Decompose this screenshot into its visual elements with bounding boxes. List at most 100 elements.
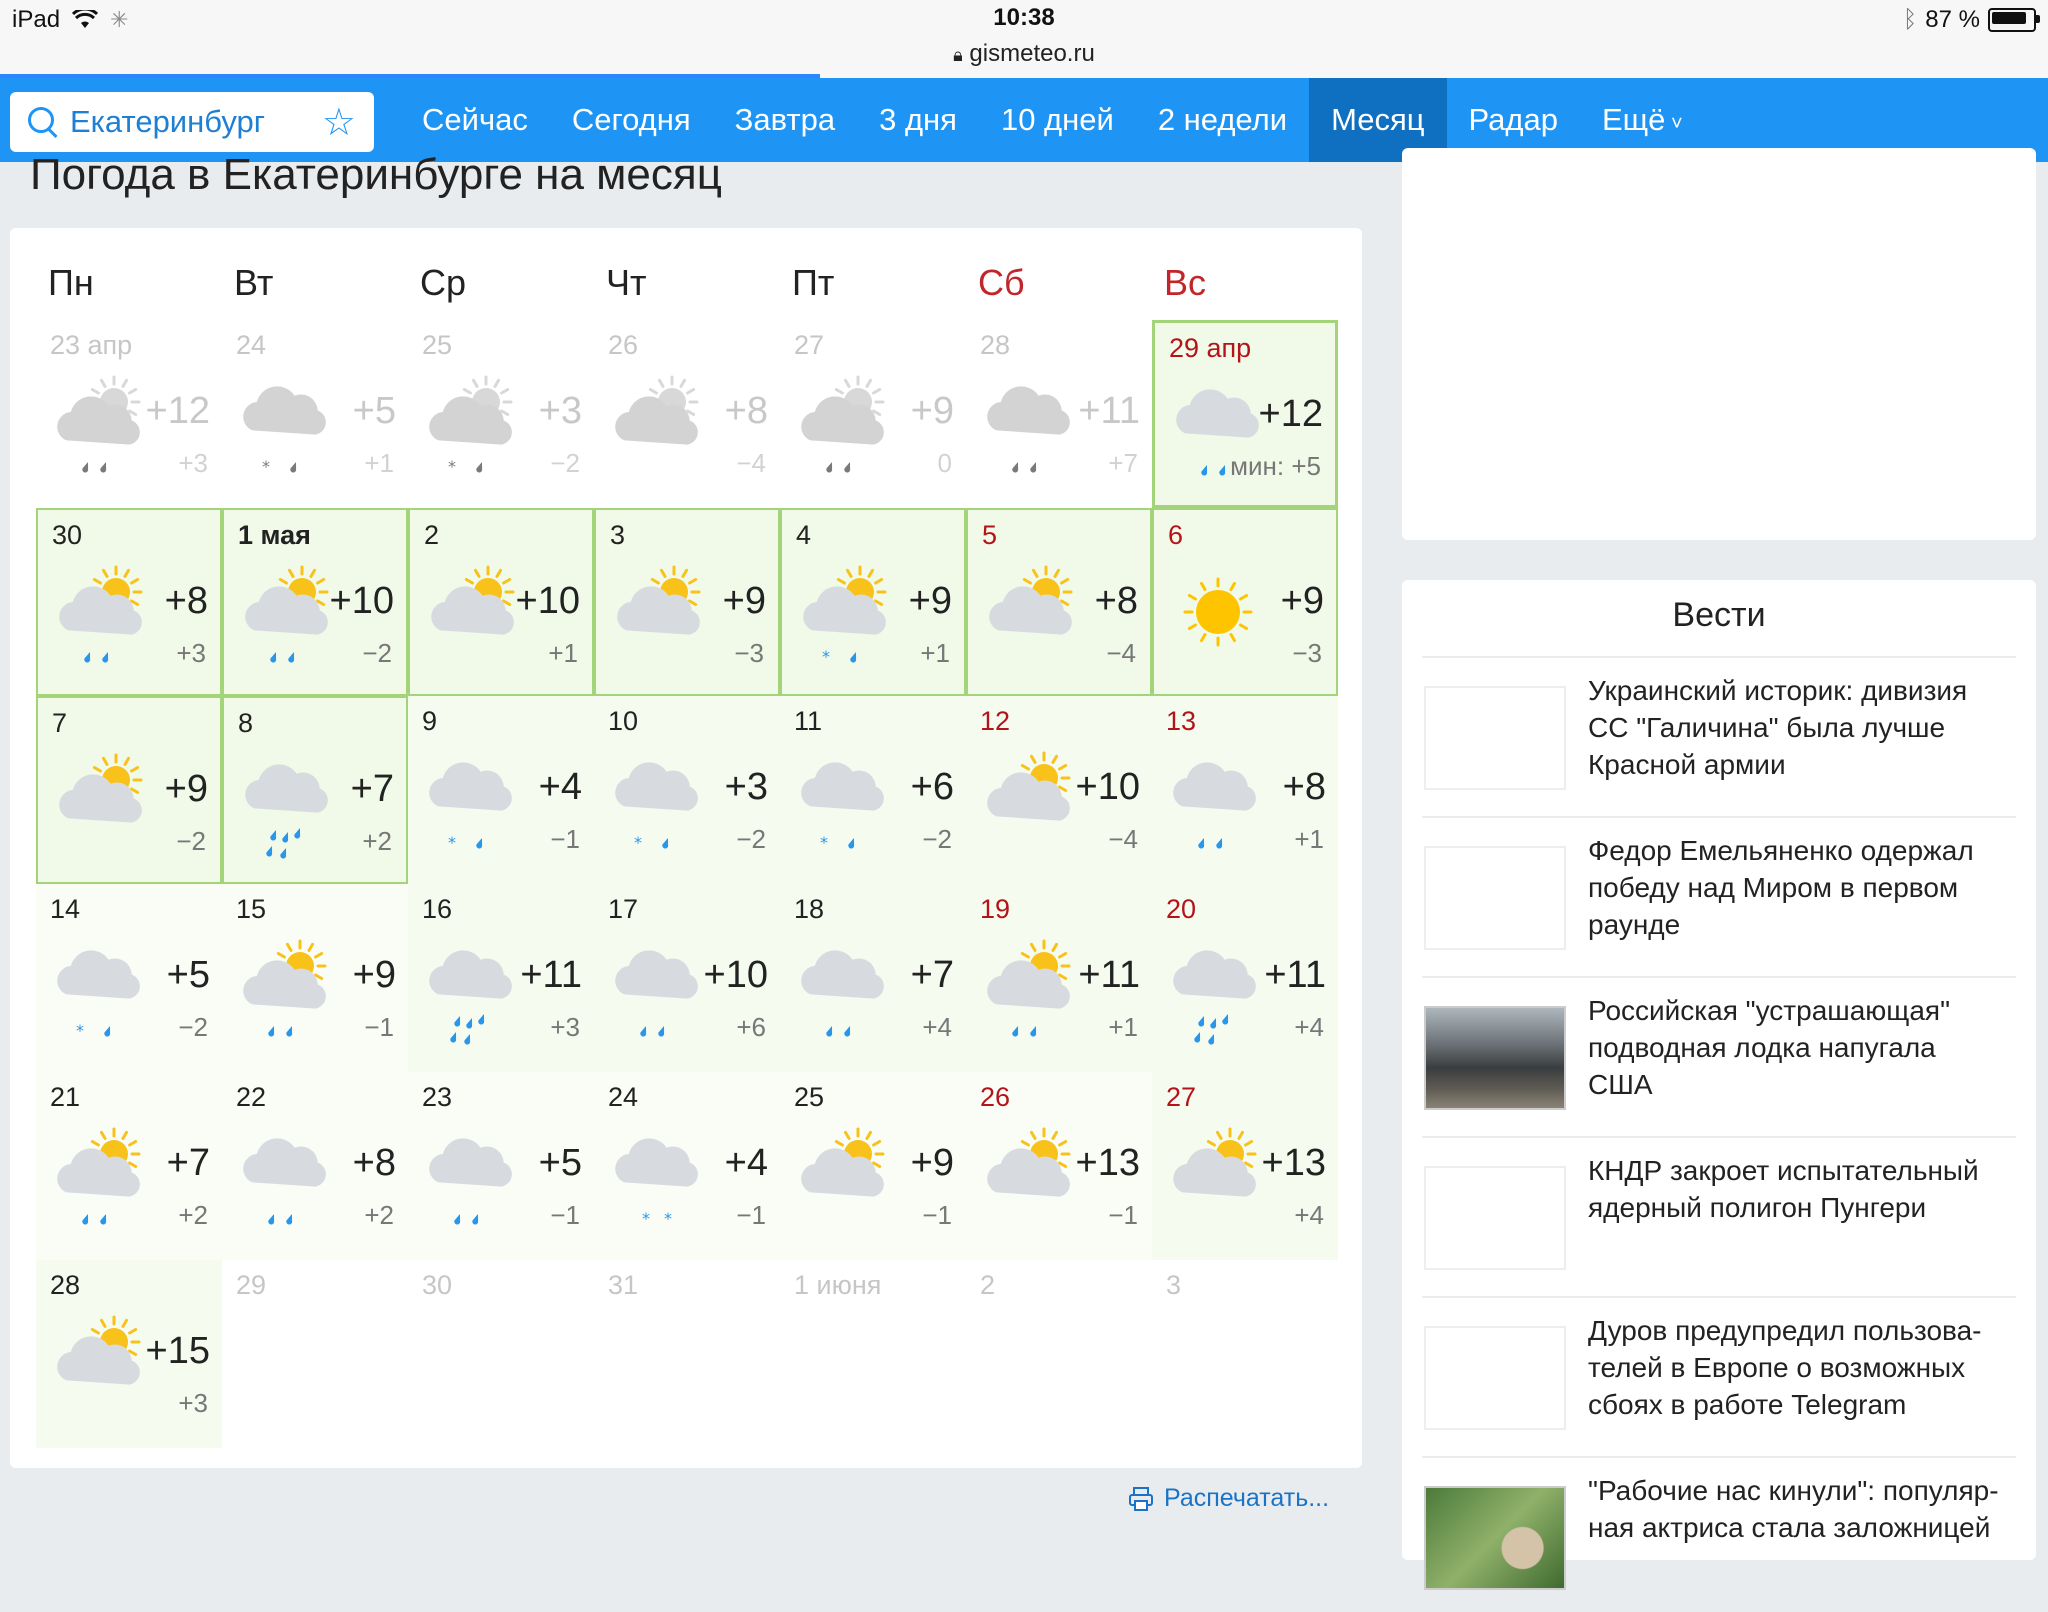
day-date: 7: [52, 708, 68, 738]
news-divider: [1422, 816, 2016, 818]
sun-cloud-rain-icon: [243, 939, 327, 1037]
day-cell[interactable]: 2 +10 +1: [408, 508, 594, 696]
day-cell[interactable]: 23 апр +12 +3: [36, 320, 222, 508]
news-item[interactable]: Украинский историк: дивизия СС "Галичина…: [1422, 672, 2016, 812]
day-date: 6: [1168, 520, 1184, 550]
news-item[interactable]: Российская "устрашающая" подводная лодка…: [1422, 992, 2016, 1132]
sun-icon: [1183, 577, 1253, 647]
news-thumbnail[interactable]: [1424, 1006, 1566, 1110]
temp-min: −3: [734, 638, 764, 668]
news-item[interactable]: "Рабочие нас кинули": популяр-ная актрис…: [1422, 1472, 2016, 1612]
temp-max: +9: [164, 768, 208, 810]
news-headline[interactable]: Российская "устрашающая" подводная лодка…: [1588, 992, 2008, 1103]
temp-min: +1: [1294, 824, 1324, 854]
temp-max: +9: [1280, 580, 1324, 622]
cloud-rain-heavy-icon: [1173, 950, 1256, 1045]
temp-min: +1: [364, 448, 394, 478]
city-search-input[interactable]: Екатеринбург: [70, 104, 322, 140]
url-bar[interactable]: 🔒︎ gismeteo.ru: [0, 40, 2048, 68]
day-cell[interactable]: 26 +13 −1: [966, 1072, 1152, 1260]
news-header: Вести: [1672, 596, 1766, 634]
news-headline[interactable]: КНДР закроет испытательный ядерный полиг…: [1588, 1152, 2008, 1226]
weekday-header: Ср: [420, 262, 467, 303]
temp-max: +9: [352, 954, 396, 996]
cloud-sun-icon: [615, 375, 699, 445]
day-cell[interactable]: 25 * +3 −2: [408, 320, 594, 508]
day-cell[interactable]: 24 * * +4 −1: [594, 1072, 780, 1260]
day-cell[interactable]: 25 +9 −1: [780, 1072, 966, 1260]
day-cell[interactable]: 13 +8 +1: [1152, 696, 1338, 884]
nav-item-3[interactable]: 3 дня: [857, 78, 979, 162]
news-thumbnail[interactable]: [1424, 846, 1566, 950]
news-divider: [1422, 1296, 2016, 1298]
day-cell[interactable]: 3 +9 −3: [594, 508, 780, 696]
news-item[interactable]: Дуров предупредил пользова-телей в Европ…: [1422, 1312, 2016, 1452]
news-item[interactable]: Федор Емельяненко одержал победу над Мир…: [1422, 832, 2016, 972]
sun-cloud-rain-icon: [59, 565, 143, 663]
temp-min: −2: [922, 824, 952, 854]
day-date: 17: [608, 894, 639, 924]
day-cell[interactable]: 7 +9 −2: [36, 696, 222, 884]
cloud-rain-icon: [987, 386, 1070, 473]
news-thumbnail[interactable]: [1424, 686, 1566, 790]
temp-max: +5: [352, 390, 396, 432]
news-headline[interactable]: Украинский историк: дивизия СС "Галичина…: [1588, 672, 2008, 783]
day-cell[interactable]: 16 +11 +3: [408, 884, 594, 1072]
cloud-snow-rain-icon: *: [801, 762, 884, 852]
day-cell[interactable]: 20 +11 +4: [1152, 884, 1338, 1072]
svg-text:*: *: [448, 457, 456, 476]
sun-cloud-rain-icon: [57, 1127, 141, 1225]
news-thumbnail[interactable]: [1424, 1326, 1566, 1430]
day-cell[interactable]: 11 * +6 −2: [780, 696, 966, 884]
news-thumbnail[interactable]: [1424, 1486, 1566, 1590]
day-cell[interactable]: 10 * +3 −2: [594, 696, 780, 884]
news-item[interactable]: КНДР закроет испытательный ядерный полиг…: [1422, 1152, 2016, 1292]
nav-item-2[interactable]: Завтра: [713, 78, 857, 162]
day-cell[interactable]: 22 +8 +2: [222, 1072, 408, 1260]
news-headline[interactable]: Дуров предупредил пользова-телей в Европ…: [1588, 1312, 2008, 1423]
temp-min: +3: [176, 638, 206, 668]
day-cell[interactable]: 15 +9 −1: [222, 884, 408, 1072]
day-date: 11: [794, 706, 823, 736]
day-date: 30: [422, 1270, 453, 1300]
day-cell[interactable]: 12 +10 −4: [966, 696, 1152, 884]
day-cell[interactable]: 24 * +5 +1: [222, 320, 408, 508]
favorite-star-icon[interactable]: ☆: [322, 100, 356, 145]
day-cell[interactable]: 1 мая +10 −2: [222, 508, 408, 696]
day-cell[interactable]: 26 +8 −4: [594, 320, 780, 508]
day-cell[interactable]: 8 +7 +2: [222, 696, 408, 884]
day-cell[interactable]: 30 +8 +3: [36, 508, 222, 696]
nav-item-5[interactable]: 2 недели: [1136, 78, 1309, 162]
news-headline[interactable]: Федор Емельяненко одержал победу над Мир…: [1588, 832, 2008, 943]
temp-max: +15: [145, 1330, 210, 1372]
temp-min: −3: [1292, 638, 1322, 668]
news-headline[interactable]: "Рабочие нас кинули": популяр-ная актрис…: [1588, 1472, 2008, 1546]
day-date: 23: [422, 1082, 453, 1112]
day-cell[interactable]: 4 * +9 +1: [780, 508, 966, 696]
day-cell[interactable]: 27 +9 0: [780, 320, 966, 508]
day-cell[interactable]: 17 +10 +6: [594, 884, 780, 1072]
day-cell[interactable]: 5 +8 −4: [966, 508, 1152, 696]
day-cell[interactable]: 23 +5 −1: [408, 1072, 594, 1260]
day-date: 4: [796, 520, 812, 550]
day-date: 9: [422, 706, 438, 736]
print-link[interactable]: Распечатать...: [1128, 1484, 1329, 1513]
day-cell[interactable]: 21 +7 +2: [36, 1072, 222, 1260]
day-cell[interactable]: 18 +7 +4: [780, 884, 966, 1072]
day-date: 5: [982, 520, 998, 550]
day-cell[interactable]: 29 апр +12 мин: +5: [1152, 320, 1338, 508]
day-cell[interactable]: 28 +15 +3: [36, 1260, 222, 1448]
nav-item-4[interactable]: 10 дней: [979, 78, 1136, 162]
temp-max: +13: [1075, 1142, 1140, 1184]
day-cell[interactable]: 9 * +4 −1: [408, 696, 594, 884]
cloud-rain-icon: [429, 1138, 512, 1225]
day-cell[interactable]: 14 * +5 −2: [36, 884, 222, 1072]
day-cell[interactable]: 19 +11 +1: [966, 884, 1152, 1072]
day-date: 2: [980, 1270, 996, 1300]
temp-max: +10: [1075, 766, 1140, 808]
day-cell[interactable]: 6 +9 −3: [1152, 508, 1338, 696]
news-thumbnail[interactable]: [1424, 1166, 1566, 1270]
day-cell[interactable]: 28 +11 +7: [966, 320, 1152, 508]
city-search[interactable]: Екатеринбург ☆: [10, 92, 374, 152]
day-cell[interactable]: 27 +13 +4: [1152, 1072, 1338, 1260]
